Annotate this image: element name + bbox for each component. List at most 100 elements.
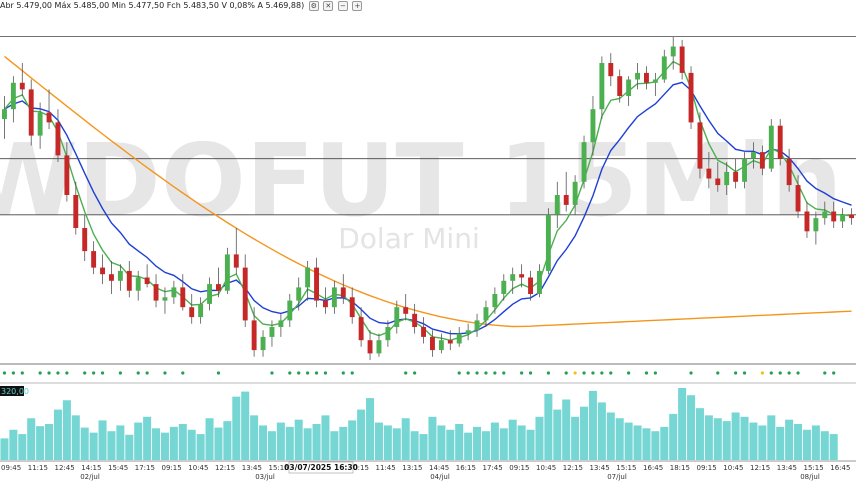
volume-bar (606, 412, 615, 460)
signal-dot (163, 371, 167, 375)
volume-bar (544, 393, 553, 460)
candle-up (510, 274, 516, 281)
candle-up (10, 82, 16, 110)
candle-down (795, 185, 801, 212)
volume-bar (303, 428, 312, 460)
volume-bar (722, 421, 731, 460)
volume-bar (312, 424, 321, 460)
volume-bar (160, 432, 169, 460)
time-tick-label: 14:15 (81, 464, 101, 472)
volume-bar (223, 421, 232, 460)
signal-dot (11, 371, 15, 375)
candle-up (394, 307, 400, 327)
candle-down (831, 211, 837, 222)
volume-bar (125, 434, 134, 460)
candle-down (100, 267, 105, 275)
candle-up (376, 340, 382, 354)
candle-up (840, 214, 846, 222)
volume-bar (473, 426, 482, 460)
signal-dot (475, 371, 479, 375)
volume-bar (0, 438, 9, 460)
volume-bar (232, 396, 241, 460)
volume-bar (107, 431, 116, 460)
candle-up (822, 211, 828, 219)
candle-down (189, 307, 195, 318)
candle-down (19, 82, 25, 90)
volume-bar (401, 418, 410, 460)
volume-bar (776, 426, 785, 460)
signal-dot (216, 371, 221, 375)
volume-bar (678, 388, 687, 460)
signal-dot (653, 371, 657, 375)
volume-bar (624, 422, 633, 460)
signal-dot (47, 371, 51, 375)
date-label: 02/jul (80, 473, 100, 481)
candle-down (849, 214, 854, 219)
signal-dot (742, 371, 747, 375)
volume-bar (169, 426, 178, 460)
signal-dot (306, 371, 310, 375)
volume-bar (374, 422, 383, 460)
candle-up (751, 152, 756, 159)
volume-bar (178, 424, 187, 460)
volume-bar (196, 434, 205, 460)
volume-bar (294, 419, 303, 460)
candle-up (198, 303, 204, 318)
candle-up (465, 330, 471, 334)
candle-up (474, 320, 480, 331)
candlestick-chart[interactable]: WDOFUT 15Min Dolar Mini 320,00 09:45 11:1… (0, 0, 856, 481)
volume-bar (419, 434, 428, 460)
volume-bar (651, 431, 660, 460)
volume-bar (499, 428, 508, 460)
candle-up (635, 72, 640, 80)
volume-bar (660, 426, 669, 460)
volume-bar (71, 415, 80, 460)
candle-up (296, 287, 302, 301)
signal-dot (520, 371, 524, 375)
candle-up (207, 284, 212, 304)
candle-down (251, 320, 257, 351)
candle-down (46, 112, 52, 123)
candle-down (126, 270, 132, 291)
signal-dot (65, 371, 69, 375)
signal-dot (145, 371, 149, 375)
volume-bar (615, 418, 624, 460)
candle-up (554, 195, 560, 215)
date-label: 03/jul (255, 473, 275, 481)
candle-up (492, 294, 498, 308)
candle-down (777, 125, 783, 159)
volume-bar (276, 422, 285, 460)
signal-dot (100, 371, 105, 375)
candle-down (82, 228, 88, 252)
volume-bar (669, 413, 678, 460)
volume-bar (820, 431, 829, 460)
candle-up (652, 79, 658, 83)
volume-bar (285, 426, 294, 460)
signal-dot (2, 371, 7, 375)
candle-down (55, 122, 61, 156)
candle-up (224, 254, 230, 291)
volume-bar (339, 426, 348, 460)
volume-bar (437, 425, 446, 460)
volume-bar (526, 429, 535, 460)
volume-bar (446, 429, 455, 460)
time-tick-label: 17:45 (483, 464, 503, 472)
signal-dot (573, 371, 577, 375)
volume-bar (80, 427, 89, 460)
signal-dot (546, 371, 550, 375)
candle-down (706, 168, 712, 179)
volume-bar (464, 432, 473, 460)
candle-up (590, 109, 596, 143)
time-tick-label: 16:15 (456, 464, 476, 472)
candle-down (64, 155, 70, 195)
date-label: 04/jul (430, 473, 450, 481)
candle-down (679, 46, 685, 73)
time-tick-label: 10:45 (723, 464, 743, 472)
signal-dot (92, 371, 96, 375)
watermark-name: Dolar Mini (338, 222, 480, 255)
volume-bar (580, 406, 589, 460)
candle-up (537, 270, 542, 294)
time-tick-label: 09:45 (1, 464, 21, 472)
candle-down (715, 178, 721, 186)
candle-up (661, 56, 667, 80)
